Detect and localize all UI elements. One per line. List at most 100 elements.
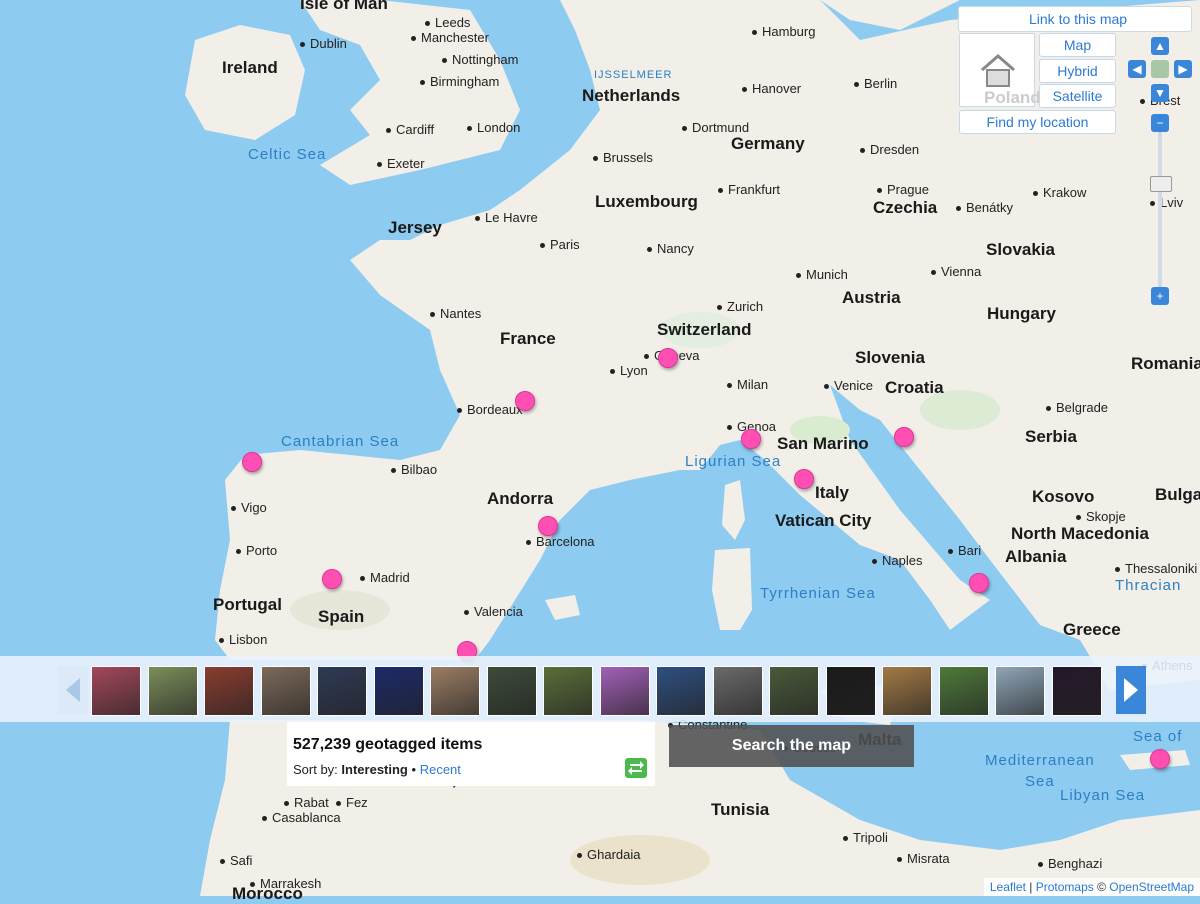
country-label: Austria <box>842 288 901 307</box>
city-label: Dresden <box>860 142 919 157</box>
osm-link[interactable]: OpenStreetMap <box>1109 880 1194 894</box>
search-the-map-button[interactable]: Search the map <box>669 725 914 767</box>
city-label: Safi <box>220 853 252 868</box>
country-label: North Macedonia <box>1011 524 1149 543</box>
city-label: Bari <box>948 543 981 558</box>
filmstrip-thumbnail[interactable] <box>486 666 537 716</box>
filmstrip-thumbnail[interactable] <box>204 666 254 716</box>
city-label: Porto <box>236 543 277 558</box>
pan-down-button[interactable]: ▼ <box>1151 84 1169 102</box>
filmstrip-thumbnail[interactable] <box>825 666 876 716</box>
filmstrip-thumbnail[interactable] <box>656 666 706 716</box>
country-label: Italy <box>815 483 850 502</box>
city-label: Cardiff <box>386 122 434 137</box>
filmstrip-thumbnail[interactable] <box>995 666 1045 716</box>
photo-marker[interactable] <box>242 452 262 472</box>
pan-center-button[interactable] <box>1151 60 1169 78</box>
pan-right-button[interactable]: ▶ <box>1174 60 1192 78</box>
zoom-out-button[interactable]: − <box>1151 114 1169 132</box>
country-label: Greece <box>1063 620 1121 639</box>
photo-filmstrip <box>0 656 1200 722</box>
partial-label: Morocco <box>232 884 303 903</box>
zoom-in-button[interactable]: + <box>1151 287 1169 305</box>
city-label: Benátky <box>956 200 1013 215</box>
map-type-hybrid-button[interactable]: Hybrid <box>1039 59 1116 83</box>
map-type-satellite-button[interactable]: Satellite <box>1039 84 1116 108</box>
photo-marker[interactable] <box>894 427 914 447</box>
city-label: Krakow <box>1033 185 1086 200</box>
filmstrip-thumbnail[interactable] <box>543 666 593 716</box>
refresh-icon <box>628 761 644 775</box>
geotagged-count: 527,239 geotagged items <box>293 736 483 753</box>
sort-recent-link[interactable]: Recent <box>420 762 461 777</box>
city-label: Thessaloniki <box>1115 561 1197 576</box>
photo-marker[interactable] <box>794 469 814 489</box>
city-label: Hamburg <box>752 24 815 39</box>
sea-label: Tyrrhenian Sea <box>760 585 876 602</box>
photo-marker[interactable] <box>969 573 989 593</box>
attr-sep: | <box>1029 880 1033 894</box>
sea-label: Libyan Sea <box>1060 787 1146 804</box>
find-my-location-button[interactable]: Find my location <box>959 110 1116 134</box>
leaflet-link[interactable]: Leaflet <box>990 880 1026 894</box>
city-label: Exeter <box>377 156 425 171</box>
link-to-map[interactable]: Link to this map <box>1029 11 1127 27</box>
photo-marker[interactable] <box>538 516 558 536</box>
city-label: Frankfurt <box>718 182 780 197</box>
arrow-left-icon <box>58 666 88 714</box>
filmstrip-thumbnail[interactable] <box>147 666 198 716</box>
photo-marker[interactable] <box>658 348 678 368</box>
city-label: Nantes <box>430 306 481 321</box>
filmstrip-prev-button[interactable] <box>58 666 88 714</box>
country-label: Jersey <box>388 218 442 237</box>
country-label: Slovakia <box>986 240 1055 259</box>
country-label: Netherlands <box>582 86 681 105</box>
zoom-slider-handle[interactable] <box>1150 176 1172 192</box>
city-label: Brussels <box>593 150 653 165</box>
photo-marker[interactable] <box>1150 749 1170 769</box>
filmstrip-thumbnail[interactable] <box>260 666 311 716</box>
zoom-slider-track[interactable] <box>1155 132 1165 292</box>
country-label: Tunisia <box>711 800 770 819</box>
arrow-right-icon <box>1116 666 1146 714</box>
sea-label: Mediterranean <box>985 752 1095 769</box>
country-label: San Marino <box>777 434 869 453</box>
partial-label: Isle of Man <box>300 0 388 13</box>
sea-label: IJSSELMEER <box>594 69 673 81</box>
country-label: Czechia <box>873 198 938 217</box>
pan-up-button[interactable]: ▲ <box>1151 37 1169 55</box>
filmstrip-thumbnail[interactable] <box>599 666 650 716</box>
city-label: Lisbon <box>219 632 267 647</box>
filmstrip-thumbnail[interactable] <box>712 666 763 716</box>
filmstrip-thumbnail[interactable] <box>1051 666 1102 716</box>
city-label: Munich <box>796 267 848 282</box>
pan-left-button[interactable]: ◀ <box>1128 60 1146 78</box>
city-label: Lyon <box>610 363 648 378</box>
filmstrip-thumbnail[interactable] <box>373 666 424 716</box>
refresh-button[interactable] <box>625 758 647 778</box>
protomaps-link[interactable]: Protomaps <box>1036 880 1094 894</box>
city-label: Madrid <box>360 570 410 585</box>
filmstrip-thumbnail[interactable] <box>769 666 819 716</box>
filmstrip-thumbnail[interactable] <box>882 666 932 716</box>
home-poland-text: Poland <box>984 88 1041 107</box>
map-type-map-button[interactable]: Map <box>1039 33 1116 57</box>
sort-interesting[interactable]: Interesting <box>341 762 407 777</box>
city-label: Le Havre <box>475 210 538 225</box>
filmstrip-thumbnail[interactable] <box>317 666 367 716</box>
country-label: Ireland <box>222 58 278 77</box>
city-label: Valencia <box>464 604 523 619</box>
photo-marker[interactable] <box>741 429 761 449</box>
country-label: France <box>500 329 556 348</box>
city-label: Vienna <box>931 264 981 279</box>
filmstrip-thumbnail[interactable] <box>91 666 141 716</box>
city-label: Rabat <box>284 795 329 810</box>
home-view-box[interactable]: Poland <box>959 33 1041 107</box>
land-sardinia <box>712 548 752 630</box>
filmstrip-thumbnail[interactable] <box>430 666 480 716</box>
photo-marker[interactable] <box>515 391 535 411</box>
filmstrip-next-button[interactable] <box>1116 666 1146 714</box>
photo-marker[interactable] <box>322 569 342 589</box>
filmstrip-thumbnail[interactable] <box>938 666 989 716</box>
sort-row: Sort by: Interesting • Recent <box>293 762 461 777</box>
